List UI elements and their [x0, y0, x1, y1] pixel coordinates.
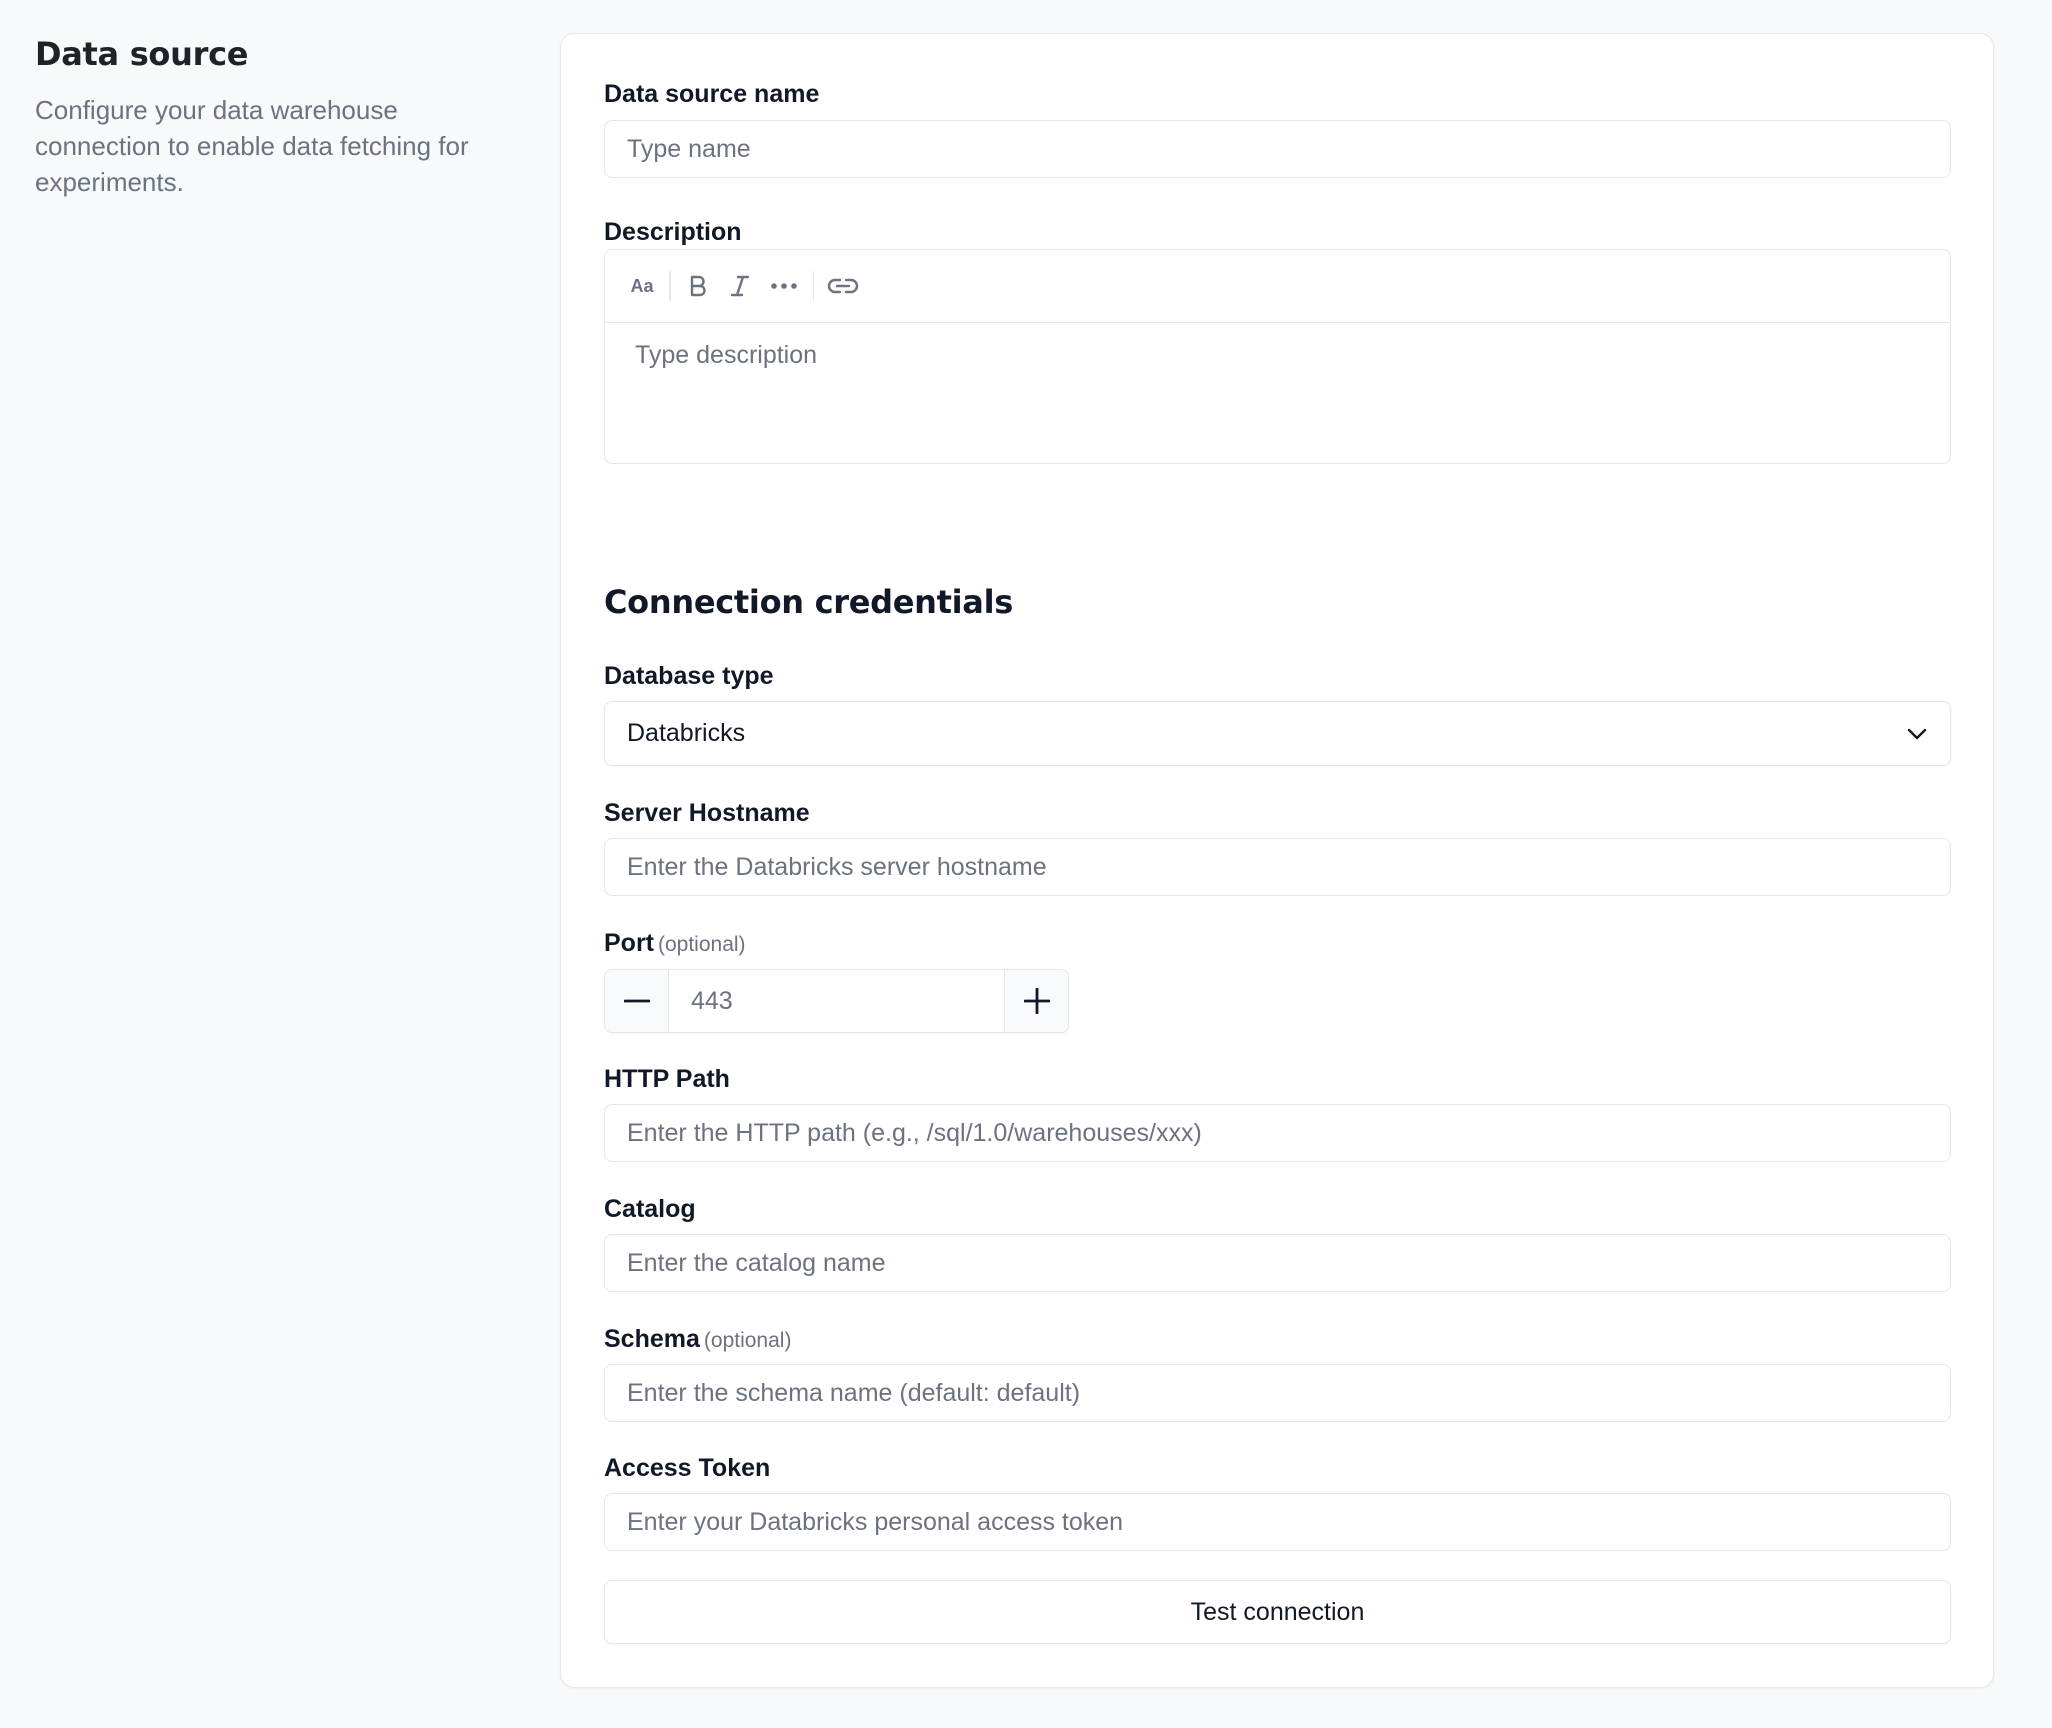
description-label: Description	[604, 218, 742, 246]
data-source-form: Data source name Type name Description A…	[560, 33, 1994, 1688]
http-path-input[interactable]: Enter the HTTP path (e.g., /sql/1.0/ware…	[604, 1104, 1951, 1162]
server-hostname-placeholder: Enter the Databricks server hostname	[627, 852, 1047, 881]
database-type-select[interactable]: Databricks	[604, 701, 1951, 766]
increment-button[interactable]	[1004, 970, 1068, 1032]
database-type-value: Databricks	[627, 719, 746, 747]
access-token-input[interactable]: Enter your Databricks personal access to…	[604, 1493, 1951, 1551]
port-stepper: 443	[604, 969, 1069, 1033]
server-hostname-input[interactable]: Enter the Databricks server hostname	[604, 838, 1951, 896]
plus-icon	[1023, 988, 1050, 1014]
server-hostname-label: Server Hostname	[604, 799, 810, 827]
schema-placeholder: Enter the schema name (default: default)	[627, 1378, 1081, 1407]
catalog-placeholder: Enter the catalog name	[627, 1248, 886, 1277]
name-input[interactable]: Type name	[604, 120, 1951, 178]
http-path-placeholder: Enter the HTTP path (e.g., /sql/1.0/ware…	[627, 1118, 1202, 1147]
access-token-label: Access Token	[604, 1454, 771, 1482]
description-placeholder: Type description	[635, 341, 818, 369]
italic-icon[interactable]	[725, 266, 755, 306]
decrement-button[interactable]	[605, 970, 669, 1032]
description-editor[interactable]: Aa Type description	[604, 249, 1951, 464]
text-size-icon[interactable]: Aa	[627, 266, 657, 306]
minus-icon	[623, 999, 650, 1003]
sidebar-description: Configure your data warehouse connection…	[35, 95, 469, 197]
port-optional-hint: (optional)	[658, 933, 746, 956]
schema-label: Schema (optional)	[604, 1324, 791, 1356]
sidebar: Data source Configure your data warehous…	[35, 34, 515, 200]
more-icon[interactable]	[767, 266, 801, 306]
port-input[interactable]: 443	[669, 970, 1004, 1032]
http-path-label: HTTP Path	[604, 1065, 730, 1093]
port-label: Port (optional)	[604, 928, 746, 960]
toolbar-divider	[669, 271, 671, 301]
schema-input[interactable]: Enter the schema name (default: default)	[604, 1364, 1951, 1422]
chevron-down-icon	[1907, 728, 1927, 739]
section-title: Connection credentials	[604, 583, 1013, 621]
schema-optional-hint: (optional)	[703, 1329, 792, 1352]
catalog-input[interactable]: Enter the catalog name	[604, 1234, 1951, 1292]
port-label-text: Port	[604, 929, 654, 957]
bold-icon[interactable]	[683, 266, 713, 306]
sidebar-title: Data source	[35, 35, 249, 73]
catalog-label: Catalog	[604, 1195, 696, 1223]
name-input-placeholder: Type name	[627, 134, 751, 163]
database-type-label: Database type	[604, 662, 774, 690]
name-label: Data source name	[604, 80, 820, 108]
editor-toolbar: Aa	[605, 250, 1950, 323]
link-icon[interactable]	[826, 266, 860, 306]
schema-label-text: Schema	[604, 1325, 700, 1353]
test-connection-button[interactable]: Test connection	[604, 1580, 1951, 1644]
access-token-placeholder: Enter your Databricks personal access to…	[627, 1507, 1124, 1536]
toolbar-divider	[812, 271, 814, 301]
